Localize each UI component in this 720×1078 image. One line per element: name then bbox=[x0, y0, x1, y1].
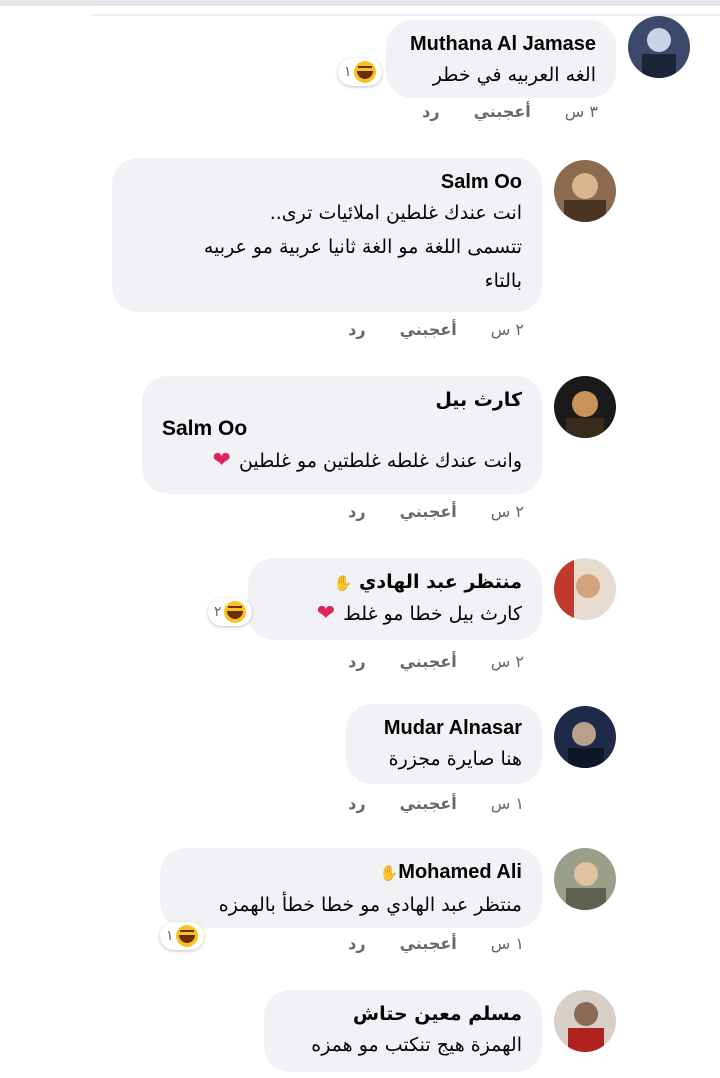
comment-text-line: بالتاء bbox=[484, 270, 522, 292]
avatar[interactable] bbox=[554, 990, 616, 1052]
comment-text-line: تتسمى اللغة مو الغة ثانيا عربية مو عربيه bbox=[203, 236, 522, 258]
like-button[interactable]: أعجبني bbox=[474, 102, 531, 121]
comment-text: كارث بيل خطا مو غلط bbox=[343, 603, 522, 625]
comment-author[interactable]: كارث بيل bbox=[162, 386, 522, 414]
like-button[interactable]: أعجبني bbox=[400, 502, 457, 521]
reaction-count: ١ bbox=[166, 928, 174, 944]
divider bbox=[92, 14, 720, 16]
comment-bubble: كارث بيل Salm Oo وانت عندك غلطه غلطتين م… bbox=[142, 376, 542, 494]
comment-text: منتظر عبد الهادي مو خطا خطأ بالهمزه bbox=[218, 894, 522, 916]
reply-button[interactable]: رد bbox=[348, 934, 365, 953]
comment-time[interactable]: ١ س bbox=[491, 934, 524, 953]
haha-emoji-icon bbox=[175, 925, 198, 947]
comment-time[interactable]: ١ س bbox=[491, 794, 524, 813]
comment-text: وانت عندك غلطه غلطتين مو غلطين bbox=[238, 450, 522, 472]
comment-text-line: انت عندك غلطين املائيات ترى.. bbox=[269, 202, 522, 224]
heart-emoji-icon: ❤ bbox=[212, 448, 231, 473]
reaction-badge[interactable]: ١ bbox=[338, 58, 382, 86]
reply-button[interactable]: رد bbox=[348, 502, 365, 521]
avatar[interactable] bbox=[628, 16, 690, 78]
comment-time[interactable]: ٣ س bbox=[565, 102, 598, 121]
reply-button[interactable]: رد bbox=[422, 102, 439, 121]
comment-author[interactable]: Salm Oo bbox=[132, 168, 522, 196]
comment-actions: ٢ س أعجبني رد bbox=[348, 320, 524, 339]
avatar[interactable] bbox=[554, 558, 616, 620]
comment-time[interactable]: ٢ س bbox=[491, 652, 524, 671]
reply-button[interactable]: رد bbox=[348, 794, 365, 813]
reaction-badge[interactable]: ١ bbox=[160, 922, 204, 950]
like-button[interactable]: أعجبني bbox=[400, 934, 457, 953]
like-button[interactable]: أعجبني bbox=[400, 652, 457, 671]
comment-actions: ٢ س أعجبني رد bbox=[348, 502, 524, 521]
comment-bubble: Muthana Al Jamase الغه العربيه في خطر bbox=[386, 20, 616, 98]
comment-actions: ٢ س أعجبني رد bbox=[348, 652, 524, 671]
reaction-count: ١ bbox=[344, 64, 352, 80]
comment-text: الهمزة هيج تنكتب مو همزه bbox=[311, 1034, 522, 1056]
comment-bubble: Salm Oo انت عندك غلطين املائيات ترى.. تت… bbox=[112, 158, 542, 312]
top-bar bbox=[0, 0, 720, 6]
comment-time[interactable]: ٢ س bbox=[491, 320, 524, 339]
comment-bubble: Mudar Alnasar هنا صايرة مجزرة bbox=[346, 704, 542, 784]
avatar[interactable] bbox=[554, 376, 616, 438]
reply-button[interactable]: رد bbox=[348, 320, 365, 339]
reaction-badge[interactable]: ٢ bbox=[208, 598, 252, 626]
comment-time[interactable]: ٢ س bbox=[491, 502, 524, 521]
comment-author[interactable]: Muthana Al Jamase bbox=[406, 30, 596, 58]
comment-actions: ٣ س أعجبني رد bbox=[422, 102, 598, 121]
mention-tag[interactable]: Salm Oo bbox=[162, 414, 522, 444]
comment-bubble: مسلم معين حتاش الهمزة هيج تنكتب مو همزه bbox=[264, 990, 542, 1072]
comment-actions: ١ س أعجبني رد bbox=[348, 794, 524, 813]
comment-author[interactable]: ✋Mohamed Ali bbox=[180, 858, 522, 888]
haha-emoji-icon bbox=[223, 601, 246, 623]
haha-emoji-icon bbox=[353, 61, 376, 83]
comment-author[interactable]: Mudar Alnasar bbox=[366, 714, 522, 742]
comment-author[interactable]: مسلم معين حتاش bbox=[284, 1000, 522, 1028]
reply-button[interactable]: رد bbox=[348, 652, 365, 671]
wave-hand-icon: ✋ bbox=[379, 865, 399, 882]
reaction-count: ٢ bbox=[214, 604, 222, 620]
like-button[interactable]: أعجبني bbox=[400, 794, 457, 813]
comment-text: الغه العربيه في خطر bbox=[432, 64, 596, 86]
comment-text: هنا صايرة مجزرة bbox=[388, 748, 522, 770]
comment-actions: ١ س أعجبني رد bbox=[348, 934, 524, 953]
heart-emoji-icon: ❤ bbox=[316, 601, 336, 626]
like-button[interactable]: أعجبني bbox=[400, 320, 457, 339]
comment-bubble: ✋Mohamed Ali منتظر عبد الهادي مو خطا خطأ… bbox=[160, 848, 542, 928]
avatar[interactable] bbox=[554, 160, 616, 222]
comment-bubble: منتظر عبد الهادي ✋ كارث بيل خطا مو غلط ❤ bbox=[248, 558, 542, 640]
wave-hand-icon: ✋ bbox=[333, 574, 353, 592]
avatar[interactable] bbox=[554, 848, 616, 910]
avatar[interactable] bbox=[554, 706, 616, 768]
comment-author[interactable]: منتظر عبد الهادي ✋ bbox=[268, 568, 522, 597]
